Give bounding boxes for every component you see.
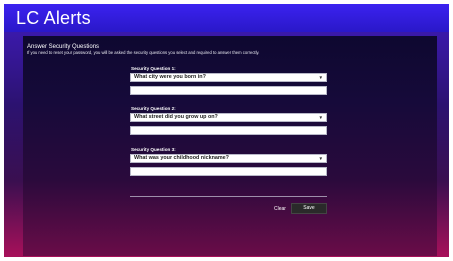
question-2-label: Security Question 2: <box>131 106 176 111</box>
question-2-answer-field[interactable] <box>130 126 327 135</box>
question-3-answer-field[interactable] <box>130 167 327 176</box>
header-bar: LC Alerts <box>4 4 449 32</box>
app-title: LC Alerts <box>16 8 91 28</box>
security-questions-panel: Answer Security Questions If you need to… <box>23 36 437 256</box>
question-1-label: Security Question 1: <box>131 66 176 71</box>
chevron-down-icon: ▼ <box>318 156 323 161</box>
clear-button[interactable]: Clear <box>271 204 289 214</box>
page: LC Alerts Answer Security Questions If y… <box>4 4 449 257</box>
section-description: If you need to reset your password, you … <box>27 50 260 55</box>
question-3-select[interactable]: What was your childhood nickname? ▼ <box>130 154 327 163</box>
form-divider <box>130 196 327 197</box>
chevron-down-icon: ▼ <box>318 115 323 120</box>
question-2-select[interactable]: What street did you grow up on? ▼ <box>130 113 327 122</box>
question-1-select[interactable]: What city were you born in? ▼ <box>130 73 327 82</box>
chevron-down-icon: ▼ <box>318 75 323 80</box>
question-1-selected-value: What city were you born in? <box>134 74 206 80</box>
save-button[interactable]: Save <box>291 203 327 214</box>
question-3-selected-value: What was your childhood nickname? <box>134 155 229 161</box>
question-1-answer-field[interactable] <box>130 86 327 95</box>
question-3-label: Security Question 3: <box>131 147 176 152</box>
question-2-selected-value: What street did you grow up on? <box>134 114 218 120</box>
